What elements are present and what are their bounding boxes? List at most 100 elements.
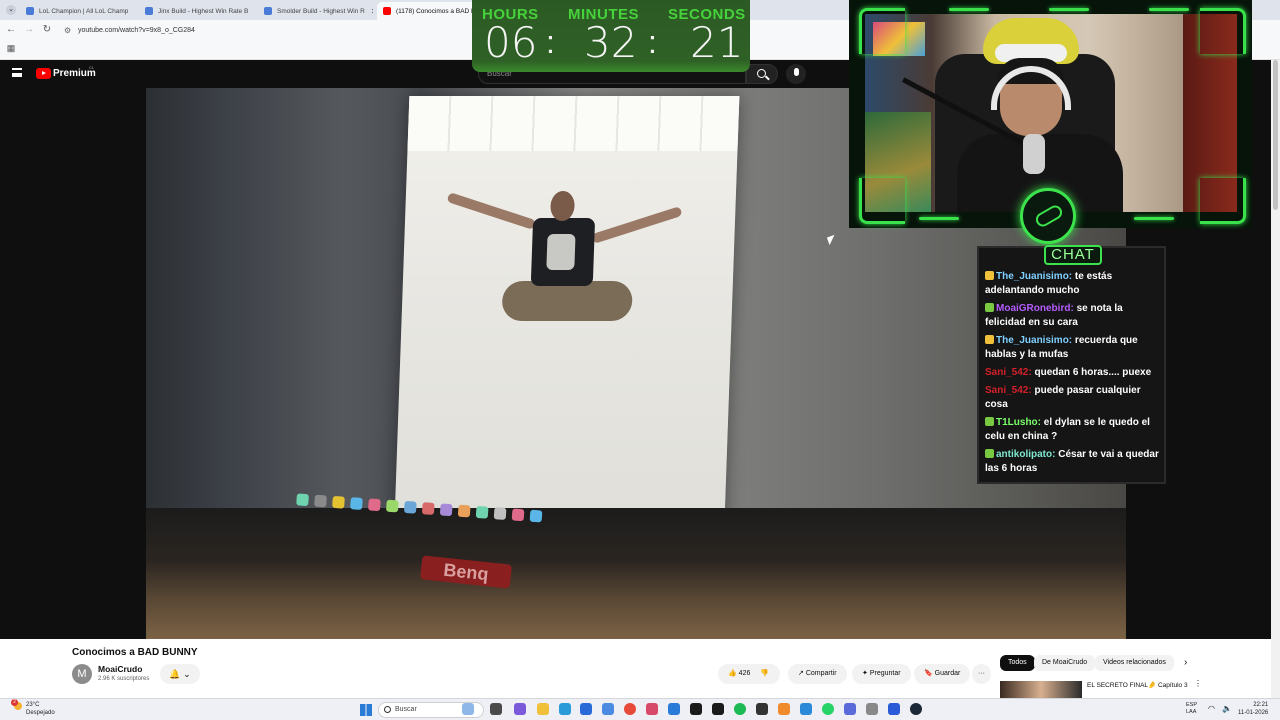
- language-code: ESP: [1186, 702, 1198, 708]
- back-icon[interactable]: ←: [4, 24, 18, 35]
- tab-label: Jinx Build - Highest Win Rate B: [158, 7, 249, 15]
- chip-all[interactable]: Todos: [1000, 655, 1035, 671]
- channel-avatar[interactable]: M: [72, 664, 92, 684]
- steam-icon[interactable]: [910, 703, 922, 715]
- app-icon[interactable]: [800, 703, 812, 715]
- task-view-icon[interactable]: [490, 703, 502, 715]
- language-indicator[interactable]: ESP LAA: [1186, 702, 1197, 716]
- chat-username[interactable]: T1Lusho:: [996, 417, 1041, 428]
- channel-name[interactable]: MoaiCrudo: [98, 664, 142, 674]
- chat-username[interactable]: The_Juanisimo:: [996, 271, 1072, 282]
- video-figure-arm: [591, 206, 683, 244]
- region-code: CL: [89, 65, 95, 70]
- webcam-frame-corner: [1200, 178, 1246, 224]
- chat-username[interactable]: MoaiGRonebird:: [996, 303, 1074, 314]
- webcam-frame-corner: [859, 8, 905, 54]
- apps-grid-icon[interactable]: ▦: [4, 43, 18, 54]
- youtube-logo-icon[interactable]: [36, 68, 51, 79]
- thumbs-down-icon[interactable]: 👎: [760, 670, 769, 677]
- site-info-icon[interactable]: ⚙: [64, 23, 71, 39]
- close-tab-icon[interactable]: ✕: [128, 7, 135, 16]
- spotify-icon[interactable]: [734, 703, 746, 715]
- chat-username[interactable]: Sani_542:: [985, 385, 1032, 396]
- more-vert-icon[interactable]: ⋮: [1194, 679, 1202, 688]
- webcam-frame-corner: [859, 178, 905, 224]
- chat-username[interactable]: The_Juanisimo:: [996, 335, 1072, 346]
- weather-widget[interactable]: 2 23°C Despejado: [11, 699, 55, 717]
- chat-message: antikolipato: César te vai a quedar las …: [985, 448, 1161, 476]
- close-tab-icon[interactable]: ✕: [248, 7, 254, 16]
- chrome-icon[interactable]: [624, 703, 636, 715]
- copilot-icon[interactable]: [514, 703, 526, 715]
- recommended-thumbnail[interactable]: [1000, 681, 1082, 698]
- system-clock[interactable]: 22:21 11-01-2026: [1238, 701, 1268, 717]
- thumbs-up-icon[interactable]: 👍: [728, 670, 737, 677]
- app-icon[interactable]: [888, 703, 900, 715]
- notifications-bell-button[interactable]: 🔔 ⌄: [160, 664, 200, 684]
- forward-icon[interactable]: →: [22, 24, 36, 35]
- browser-tab-active[interactable]: (1178) Conocimos a BAD B: [377, 2, 477, 20]
- chip-related[interactable]: Videos relacionados: [1095, 655, 1174, 671]
- whatsapp-icon[interactable]: [822, 703, 834, 715]
- like-dislike-button[interactable]: 👍 426 👎: [718, 664, 780, 684]
- stream-timer: HOURS MINUTES SECONDS 06 : 32 : 21: [472, 0, 750, 72]
- voice-search-icon[interactable]: [786, 64, 806, 84]
- youtube-favicon-icon: [383, 7, 391, 15]
- menu-icon[interactable]: [12, 68, 22, 77]
- search-button[interactable]: [746, 64, 778, 84]
- video-figure-arm: [446, 192, 537, 230]
- reload-icon[interactable]: ↻: [40, 24, 54, 35]
- chat-badge-icon: [985, 303, 994, 312]
- close-tab-icon[interactable]: ✕: [365, 7, 373, 16]
- chat-badge-icon: [985, 271, 994, 280]
- app-icon[interactable]: [690, 703, 702, 715]
- edge-icon[interactable]: [559, 703, 571, 715]
- browser-tab[interactable]: Smolder Build - Highest Win R ✕: [258, 2, 373, 20]
- clock-date: 11-01-2026: [1238, 710, 1269, 716]
- scrollbar-thumb[interactable]: [1273, 60, 1278, 210]
- more-actions-button[interactable]: ···: [972, 664, 991, 684]
- page-scrollbar[interactable]: [1271, 60, 1280, 698]
- chat-username[interactable]: antikolipato:: [996, 449, 1055, 460]
- chat-badge-icon: [985, 335, 994, 344]
- windows-taskbar: 2 23°C Despejado Buscar ESP LAA ◠ 🔈 22:2…: [0, 698, 1280, 720]
- chat-message: The_Juanisimo: recuerda que hablas y la …: [985, 334, 1161, 362]
- ask-button[interactable]: ✦ Preguntar: [852, 664, 911, 684]
- store-icon[interactable]: [580, 703, 592, 715]
- recommended-title[interactable]: EL SECRETO FINAL🤌 Capítulo 3: [1087, 681, 1188, 689]
- share-button[interactable]: ↗ Compartir: [788, 664, 847, 684]
- like-count: 426: [738, 670, 751, 677]
- webcam-frame-dash: [919, 217, 959, 220]
- chat-username[interactable]: Sani_542:: [985, 367, 1032, 378]
- tab-search-icon[interactable]: ⌄: [6, 5, 16, 15]
- chat-message: T1Lusho: el dylan se le quedo el celu en…: [985, 416, 1161, 444]
- app-icon[interactable]: [712, 703, 724, 715]
- channel-logo-icon: [1020, 188, 1076, 244]
- wifi-icon[interactable]: ◠: [1208, 704, 1215, 713]
- video-figure-legs: [501, 281, 633, 321]
- tab-favicon-icon: [264, 7, 272, 15]
- microphone-icon: [1023, 134, 1045, 174]
- terminal-icon[interactable]: [756, 703, 768, 715]
- browser-tab[interactable]: Jinx Build - Highest Win Rate B ✕: [139, 2, 254, 20]
- app-icon[interactable]: [844, 703, 856, 715]
- app-icon[interactable]: [646, 703, 658, 715]
- chevron-right-icon[interactable]: ›: [1184, 657, 1187, 668]
- minutes-value: 32: [584, 18, 638, 67]
- volume-icon[interactable]: 🔈: [1222, 704, 1232, 713]
- app-icon[interactable]: [778, 703, 790, 715]
- chat-message: Sani_542: puede pasar cualquier cosa: [985, 384, 1161, 412]
- address-url: youtube.com/watch?v=9x8_o_CG284: [78, 27, 195, 34]
- ask-label: Preguntar: [869, 670, 901, 677]
- save-button[interactable]: 🔖 Guardar: [914, 664, 971, 684]
- chip-from-channel[interactable]: De MoaiCrudo: [1034, 655, 1096, 671]
- app-icon[interactable]: [668, 703, 680, 715]
- settings-icon[interactable]: [866, 703, 878, 715]
- file-explorer-icon[interactable]: [537, 703, 549, 715]
- tab-favicon-icon: [26, 7, 34, 15]
- widgets-icon[interactable]: [462, 703, 474, 715]
- browser-tab[interactable]: LoL Champion | All LoL Champ ✕: [20, 2, 135, 20]
- tab-label: Smolder Build - Highest Win R: [277, 7, 365, 15]
- windows-start-icon[interactable]: [360, 704, 372, 716]
- app-icon[interactable]: [602, 703, 614, 715]
